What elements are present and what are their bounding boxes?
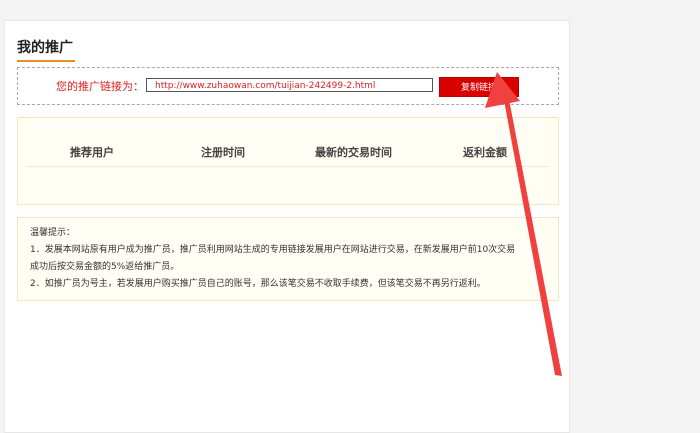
- copy-link-button[interactable]: 复制链接: [439, 77, 519, 97]
- top-band: [0, 0, 700, 12]
- title-underline: [17, 60, 75, 62]
- main-panel: 我的推广 您的推广链接为： http://www.zuhaowan.com/tu…: [4, 20, 570, 433]
- col-header-user: 推荐用户: [70, 146, 114, 159]
- tips-box: 温馨提示： 1．发展本网站原有用户成为推广员，推广员利用网站生成的专用链接发展用…: [17, 217, 559, 301]
- col-header-register-time: 注册时间: [201, 146, 245, 159]
- tips-line-1: 1．发展本网站原有用户成为推广员，推广员利用网站生成的专用链接发展用户在网站进行…: [30, 245, 516, 255]
- referral-link-box: 您的推广链接为： http://www.zuhaowan.com/tuijian…: [17, 67, 559, 105]
- tips-line-2: 成功后按交易金额的5%返给推广员。: [30, 262, 180, 272]
- page-title: 我的推广: [17, 40, 73, 56]
- referral-table: 推荐用户 注册时间 最新的交易时间 返利金额: [17, 117, 559, 205]
- referral-link-input[interactable]: http://www.zuhaowan.com/tuijian-242499-2…: [146, 78, 433, 92]
- tips-line-3: 2．如推广员为号主，若发展用户购买推广员自己的账号，那么该笔交易不收取手续费，但…: [30, 279, 486, 289]
- tips-title: 温馨提示：: [30, 228, 76, 238]
- col-header-rebate-amount: 返利金额: [463, 146, 507, 159]
- referral-link-label: 您的推广链接为：: [56, 80, 144, 93]
- col-header-last-trade-time: 最新的交易时间: [315, 146, 392, 159]
- table-header-divider: [26, 166, 550, 167]
